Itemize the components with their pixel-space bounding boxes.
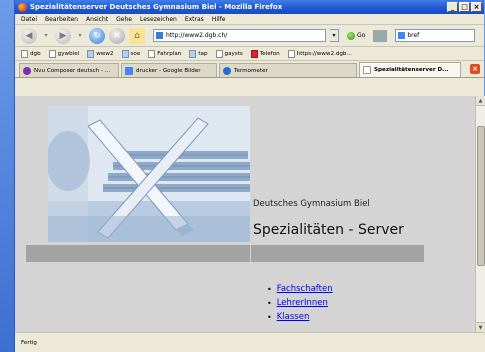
chevron-down-icon: ▾: [78, 32, 82, 39]
bookmark-item[interactable]: https://www2.dgb...: [287, 49, 352, 58]
page-title: Spezialitäten - Server: [253, 222, 404, 238]
stop-icon: ✕: [113, 30, 121, 41]
site-icon: [156, 32, 163, 39]
home-icon: ⌂: [134, 30, 140, 41]
page-icon: [148, 49, 156, 58]
tab-favicon-icon: [23, 66, 31, 75]
tab-nvu-composer[interactable]: Nvu Composer deutsch - ...: [19, 63, 119, 77]
folder-icon: [189, 49, 197, 58]
chevron-down-icon: ▾: [44, 32, 48, 39]
maximize-button[interactable]: □: [459, 2, 470, 12]
tab-spezialitaetenserver[interactable]: Spezialitätenserver D...: [359, 62, 461, 77]
page-icon: [21, 49, 28, 58]
back-history-dropdown[interactable]: ▾: [41, 28, 51, 44]
scroll-down-button[interactable]: ▼: [476, 322, 485, 332]
close-tab-button[interactable]: ×: [470, 64, 480, 74]
forward-arrow-icon: ▶: [59, 30, 67, 41]
window-title: Spezialitätenserver Deutsches Gymnasium …: [30, 3, 283, 11]
close-button[interactable]: ×: [471, 2, 482, 12]
go-button[interactable]: Go: [347, 31, 366, 40]
folder-icon: [121, 49, 129, 58]
navigation-links: Fachschaften LehrerInnen Klassen: [267, 282, 333, 324]
bookmarks-toolbar: dgb gywbiel www2 soe Fahrplan tap gaysts…: [15, 47, 484, 61]
band-divider: [250, 245, 251, 262]
building-illustration: [48, 106, 250, 242]
forward-history-dropdown[interactable]: ▾: [75, 28, 85, 44]
status-text: Fertig: [21, 339, 37, 346]
google-icon: [398, 32, 406, 39]
header-band: [26, 245, 424, 262]
url-history-dropdown[interactable]: ▾: [330, 29, 339, 42]
tab-bar: Nvu Composer deutsch - ... drucker - Goo…: [15, 61, 484, 78]
reload-button[interactable]: ↻: [89, 27, 105, 44]
vertical-scrollbar[interactable]: ▲ ▼: [475, 96, 485, 332]
menu-extras[interactable]: Extras: [185, 16, 204, 23]
forward-button[interactable]: ▶: [55, 27, 71, 44]
page-icon: [215, 49, 223, 58]
status-bar: Fertig: [15, 332, 485, 352]
back-button[interactable]: ◀: [21, 27, 37, 44]
link-klassen[interactable]: Klassen: [277, 312, 310, 322]
back-arrow-icon: ◀: [25, 30, 33, 41]
web-icon: [287, 49, 295, 58]
folder-icon: [87, 49, 95, 58]
bookmark-item[interactable]: Fahrplan: [148, 49, 181, 58]
bookmark-item[interactable]: Telefon: [250, 49, 280, 58]
home-button[interactable]: ⌂: [129, 27, 145, 44]
title-bar[interactable]: Spezialitätenserver Deutsches Gymnasium …: [15, 0, 484, 14]
page-icon: [48, 49, 56, 58]
star-icon: [223, 66, 231, 75]
link-lehrerinnen[interactable]: LehrerInnen: [277, 298, 328, 308]
scroll-up-button[interactable]: ▲: [476, 96, 485, 106]
tab-google-bilder[interactable]: drucker - Google Bilder: [121, 63, 217, 77]
school-name: Deutsches Gymnasium Biel: [253, 199, 370, 209]
list-item: Klassen: [267, 310, 333, 324]
bookmark-item[interactable]: gaysts: [215, 49, 243, 58]
bookmark-item[interactable]: www2: [87, 49, 114, 58]
go-label: Go: [357, 32, 366, 39]
firefox-icon: [18, 2, 27, 12]
page-icon: [363, 66, 371, 74]
phone-icon: [250, 49, 258, 58]
list-item: LehrerInnen: [267, 296, 333, 310]
browser-window: Spezialitätenserver Deutsches Gymnasium …: [14, 0, 485, 352]
menu-lesezeichen[interactable]: Lesezeichen: [140, 16, 177, 23]
menu-bar: Datei Bearbeiten Ansicht Gehe Lesezeiche…: [15, 14, 484, 25]
search-bar[interactable]: [395, 29, 476, 42]
url-input[interactable]: [166, 32, 323, 39]
navigation-toolbar: ◀ ▾ ▶ ▾ ↻ ✕ ⌂ ▾ Go: [15, 25, 484, 47]
school-building-image: [48, 106, 250, 242]
menu-ansicht[interactable]: Ansicht: [86, 16, 108, 23]
scroll-thumb[interactable]: [477, 126, 485, 266]
link-fachschaften[interactable]: Fachschaften: [277, 284, 333, 294]
window-controls: _ □ ×: [447, 2, 482, 12]
go-icon: [347, 31, 355, 40]
minimize-button[interactable]: _: [447, 2, 458, 12]
bookmark-item[interactable]: gywbiel: [48, 49, 79, 58]
list-item: Fachschaften: [267, 282, 333, 296]
search-input[interactable]: [407, 32, 468, 39]
google-icon: [125, 66, 133, 75]
menu-datei[interactable]: Datei: [21, 16, 37, 23]
menu-gehe[interactable]: Gehe: [116, 16, 132, 23]
url-bar[interactable]: [153, 29, 326, 42]
page-content: Deutsches Gymnasium Biel Spezialitäten -…: [15, 96, 485, 332]
reload-icon: ↻: [93, 30, 101, 41]
bookmark-item[interactable]: tap: [189, 49, 208, 58]
bookmark-item[interactable]: soe: [121, 49, 140, 58]
print-icon[interactable]: [373, 29, 388, 42]
menu-bearbeiten[interactable]: Bearbeiten: [45, 16, 78, 23]
stop-button[interactable]: ✕: [109, 27, 125, 44]
menu-hilfe[interactable]: Hilfe: [212, 16, 226, 23]
bookmark-item[interactable]: dgb: [21, 49, 41, 58]
tab-termometer[interactable]: Termometer: [219, 63, 357, 77]
